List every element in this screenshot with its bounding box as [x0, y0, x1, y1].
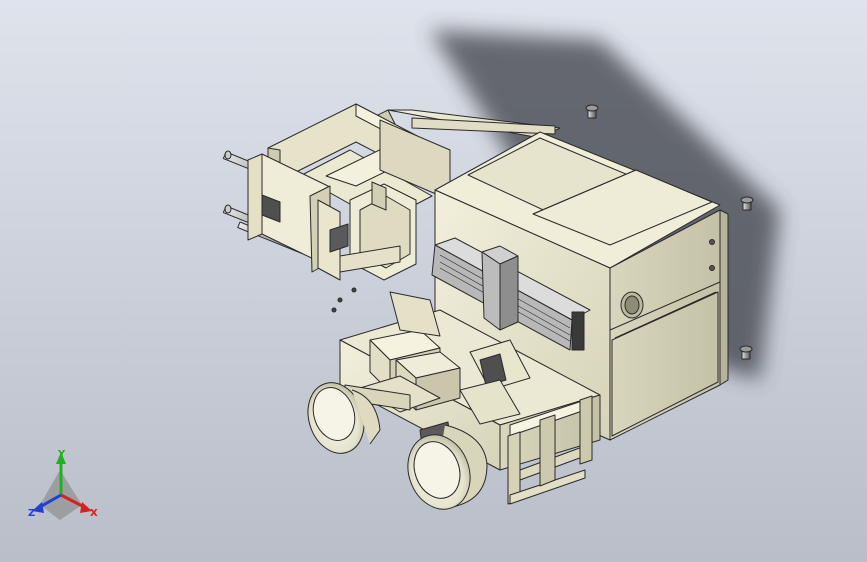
z-axis-label: Z: [28, 508, 35, 519]
y-axis-label: Y: [57, 449, 66, 460]
coordinate-triad[interactable]: Y X Z: [28, 449, 98, 520]
cad-3d-viewport[interactable]: Y X Z: [0, 0, 867, 562]
x-axis-label: X: [90, 508, 98, 519]
feed-bowl-right: [407, 424, 488, 510]
